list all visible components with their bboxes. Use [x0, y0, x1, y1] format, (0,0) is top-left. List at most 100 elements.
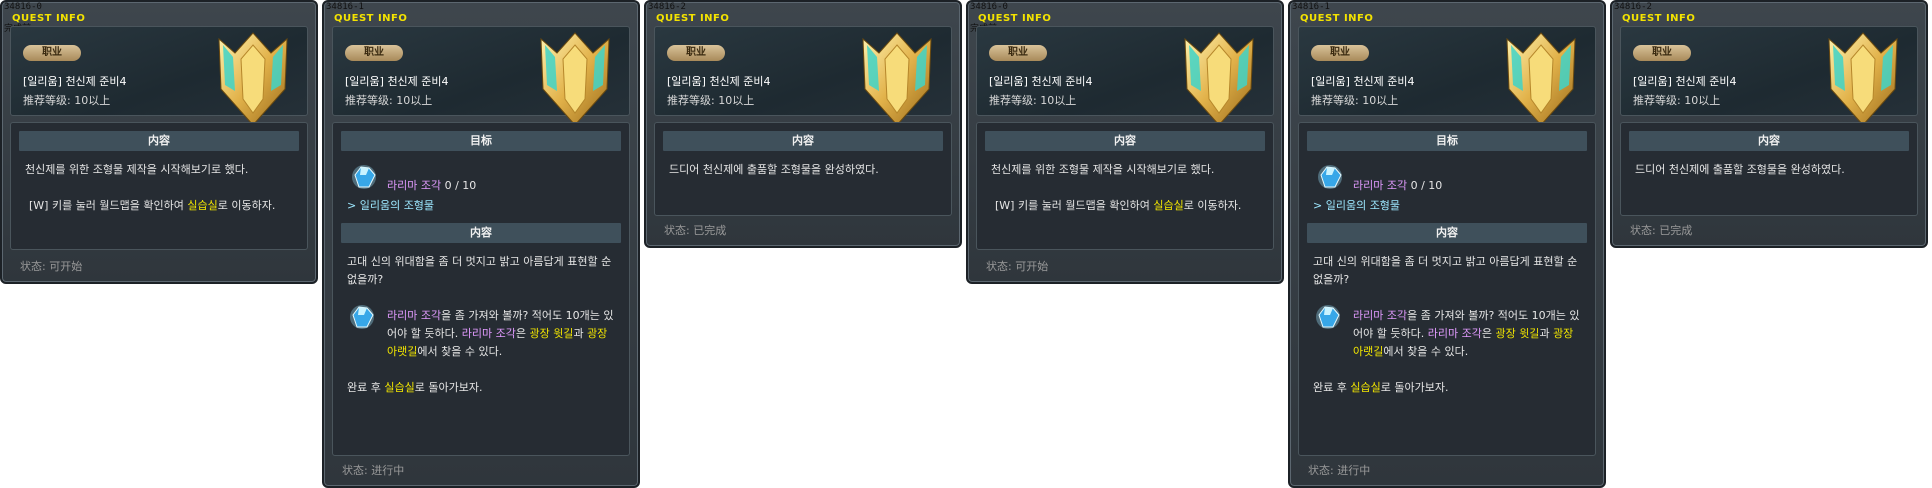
quest-body: 内容 드디어 천신제에 출품할 조형물을 완성하였다.: [654, 122, 952, 216]
quest-body: 目标 라리마 조각 0 / 10 > 일리움의 조형물 内容 고대 신의 위대함…: [1298, 122, 1596, 456]
desc-item-paragraph: 라리마 조각을 좀 가져와 볼까? 적어도 10개는 있어야 할 듯하다. 라리…: [1313, 305, 1583, 361]
quest-body: 目标 라리마 조각 0 / 10 > 일리움의 조형물 内容 고대 신의 위대함…: [332, 122, 630, 456]
quest-body: 内容 드디어 천신제에 출품할 조형물을 완성하였다.: [1620, 122, 1918, 216]
item-highlight: 라리마 조각: [1427, 327, 1482, 340]
quest-panel-in-progress: 34816-1 QUEST INFO 职业 [일리움] 천신제 준비4 推荐等级…: [1288, 0, 1606, 488]
medal-icon: [862, 32, 932, 126]
desc-item-paragraph: 라리마 조각을 좀 가져와 볼까? 적어도 10개는 있어야 할 듯하다. 라리…: [347, 305, 617, 361]
section-header-content: 内容: [985, 131, 1265, 151]
quest-status: 状态: 已完成: [664, 224, 727, 237]
quest-status: 状态: 可开始: [986, 260, 1049, 273]
quest-description: 고대 신의 위대함을 좀 더 멋지고 밝고 아름답게 표현할 순 없을까? 라리…: [347, 253, 617, 397]
job-badge: 职业: [667, 45, 725, 61]
quest-status: 状态: 进行中: [342, 464, 405, 477]
quest-info-title: QUEST INFO: [12, 13, 86, 24]
objective-count: 0 / 10: [1410, 179, 1443, 192]
quest-body: 内容 천신제를 위한 조형물 제작을 시작해보기로 했다. [W] 키를 눌러 …: [976, 122, 1274, 250]
quest-level: 推荐等级: 10以上: [1633, 94, 1721, 107]
quest-id-tag: 34816-0: [970, 2, 1008, 12]
objective-location-link[interactable]: > 일리움의 조형물: [1313, 197, 1400, 213]
objective-item: 라리마 조각 0 / 10: [1353, 179, 1443, 192]
desc-line: 완료 후 실습실로 돌아가보자.: [1313, 381, 1449, 394]
quest-name: [일리움] 천신제 준비4: [23, 75, 127, 88]
quest-level: 推荐等级: 10以上: [1311, 94, 1399, 107]
quest-status: 状态: 进行中: [1308, 464, 1371, 477]
section-header-content: 内容: [19, 131, 299, 151]
desc-line: [W] 키를 눌러 월드맵을 확인하여 실습실로 이동하자.: [995, 199, 1242, 212]
quest-panel-in-progress: 34816-1 QUEST INFO 职业 [일리움] 천신제 준비4 推荐等级…: [322, 0, 640, 488]
quest-id-tag: 34816-0: [4, 2, 42, 12]
section-header-content: 内容: [663, 131, 943, 151]
gem-icon: [352, 165, 376, 189]
section-header-content: 内容: [1307, 223, 1587, 243]
quest-level: 推荐等级: 10以上: [345, 94, 433, 107]
medal-icon: [1506, 32, 1576, 126]
quest-panel-not-started: 34816-0 完成前 QUEST INFO 职业 [일리움] 천신제 준비4 …: [0, 0, 318, 284]
medal-icon: [218, 32, 288, 126]
medal-icon: [1828, 32, 1898, 126]
place-highlight: 실습실: [187, 199, 218, 212]
job-badge: 职业: [1311, 45, 1369, 61]
quest-name: [일리움] 천신제 준비4: [1311, 75, 1415, 88]
quest-info-title: QUEST INFO: [334, 13, 408, 24]
section-header-goal: 目标: [341, 131, 621, 151]
quest-name: [일리움] 천신제 준비4: [345, 75, 449, 88]
quest-name: [일리움] 천신제 준비4: [1633, 75, 1737, 88]
desc-line: 천신제를 위한 조형물 제작을 시작해보기로 했다.: [25, 163, 249, 176]
place-highlight: 실습실: [1350, 381, 1381, 394]
quest-status: 状态: 可开始: [20, 260, 83, 273]
place-highlight: 실습실: [384, 381, 415, 394]
quest-id-tag: 34816-2: [1614, 2, 1652, 12]
desc-line: 드디어 천신제에 출품할 조형물을 완성하였다.: [1635, 163, 1845, 176]
quest-description: 고대 신의 위대함을 좀 더 멋지고 밝고 아름답게 표현할 순 없을까? 라리…: [1313, 253, 1583, 397]
quest-info-title: QUEST INFO: [978, 13, 1052, 24]
quest-header: 职业 [일리움] 천신제 준비4 推荐等级: 10以上: [10, 26, 308, 126]
quest-name: [일리움] 천신제 준비4: [989, 75, 1093, 88]
objective-location-link[interactable]: > 일리움의 조형물: [347, 197, 434, 213]
place-highlight: 실습실: [1153, 199, 1184, 212]
objective-row: 라리마 조각 0 / 10 > 일리움의 조형물: [347, 159, 617, 215]
job-badge: 职业: [345, 45, 403, 61]
desc-line: 드디어 천신제에 출품할 조형물을 완성하였다.: [669, 163, 879, 176]
quest-panel-not-started: 34816-0 完成前 QUEST INFO 职业 [일리움] 천신제 준비4 …: [966, 0, 1284, 284]
quest-header: 职业 [일리움] 천신제 준비4 推荐等级: 10以上: [654, 26, 952, 126]
objective-row: 라리마 조각 0 / 10 > 일리움의 조형물: [1313, 159, 1583, 215]
quest-id-tag: 34816-1: [1292, 2, 1330, 12]
quest-body: 内容 천신제를 위한 조형물 제작을 시작해보기로 했다. [W] 키를 눌러 …: [10, 122, 308, 250]
gem-icon: [350, 305, 374, 329]
job-badge: 职业: [989, 45, 1047, 61]
quest-header: 职业 [일리움] 천신제 준비4 推荐等级: 10以上: [1620, 26, 1918, 126]
location-highlight: 광장 윗길: [1495, 327, 1540, 340]
quest-description: 천신제를 위한 조형물 제작을 시작해보기로 했다. [W] 키를 눌러 월드맵…: [25, 161, 295, 215]
quest-header: 职业 [일리움] 천신제 준비4 推荐等级: 10以上: [976, 26, 1274, 126]
quest-name: [일리움] 천신제 준비4: [667, 75, 771, 88]
item-highlight: 라리마 조각: [387, 309, 442, 322]
quest-id-tag: 34816-1: [326, 2, 364, 12]
quest-status: 状态: 已完成: [1630, 224, 1693, 237]
objective-count: 0 / 10: [444, 179, 477, 192]
gem-icon: [1316, 305, 1340, 329]
section-header-content: 内容: [341, 223, 621, 243]
quest-level: 推荐等级: 10以上: [667, 94, 755, 107]
location-highlight: 광장 윗길: [529, 327, 574, 340]
quest-id-tag: 34816-2: [648, 2, 686, 12]
quest-header: 职业 [일리움] 천신제 준비4 推荐等级: 10以上: [1298, 26, 1596, 126]
quest-description: 드디어 천신제에 출품할 조형물을 완성하였다.: [1635, 161, 1905, 179]
objective-item: 라리마 조각 0 / 10: [387, 179, 477, 192]
medal-icon: [1184, 32, 1254, 126]
quest-level: 推荐等级: 10以上: [23, 94, 111, 107]
medal-icon: [540, 32, 610, 126]
quest-info-title: QUEST INFO: [1300, 13, 1374, 24]
quest-level: 推荐等级: 10以上: [989, 94, 1077, 107]
quest-info-title: QUEST INFO: [656, 13, 730, 24]
quest-info-title: QUEST INFO: [1622, 13, 1696, 24]
quest-panel-completed: 34816-2 QUEST INFO 职业 [일리움] 천신제 준비4 推荐等级…: [644, 0, 962, 248]
quest-description: 드디어 천신제에 출품할 조형물을 완성하였다.: [669, 161, 939, 179]
job-badge: 职业: [1633, 45, 1691, 61]
quest-panel-completed: 34816-2 QUEST INFO 职业 [일리움] 천신제 준비4 推荐等级…: [1610, 0, 1928, 248]
item-highlight: 라리마 조각: [1353, 309, 1408, 322]
gem-icon: [1318, 165, 1342, 189]
job-badge: 职业: [23, 45, 81, 61]
section-header-content: 内容: [1629, 131, 1909, 151]
desc-line: [W] 키를 눌러 월드맵을 확인하여 실습실로 이동하자.: [29, 199, 276, 212]
